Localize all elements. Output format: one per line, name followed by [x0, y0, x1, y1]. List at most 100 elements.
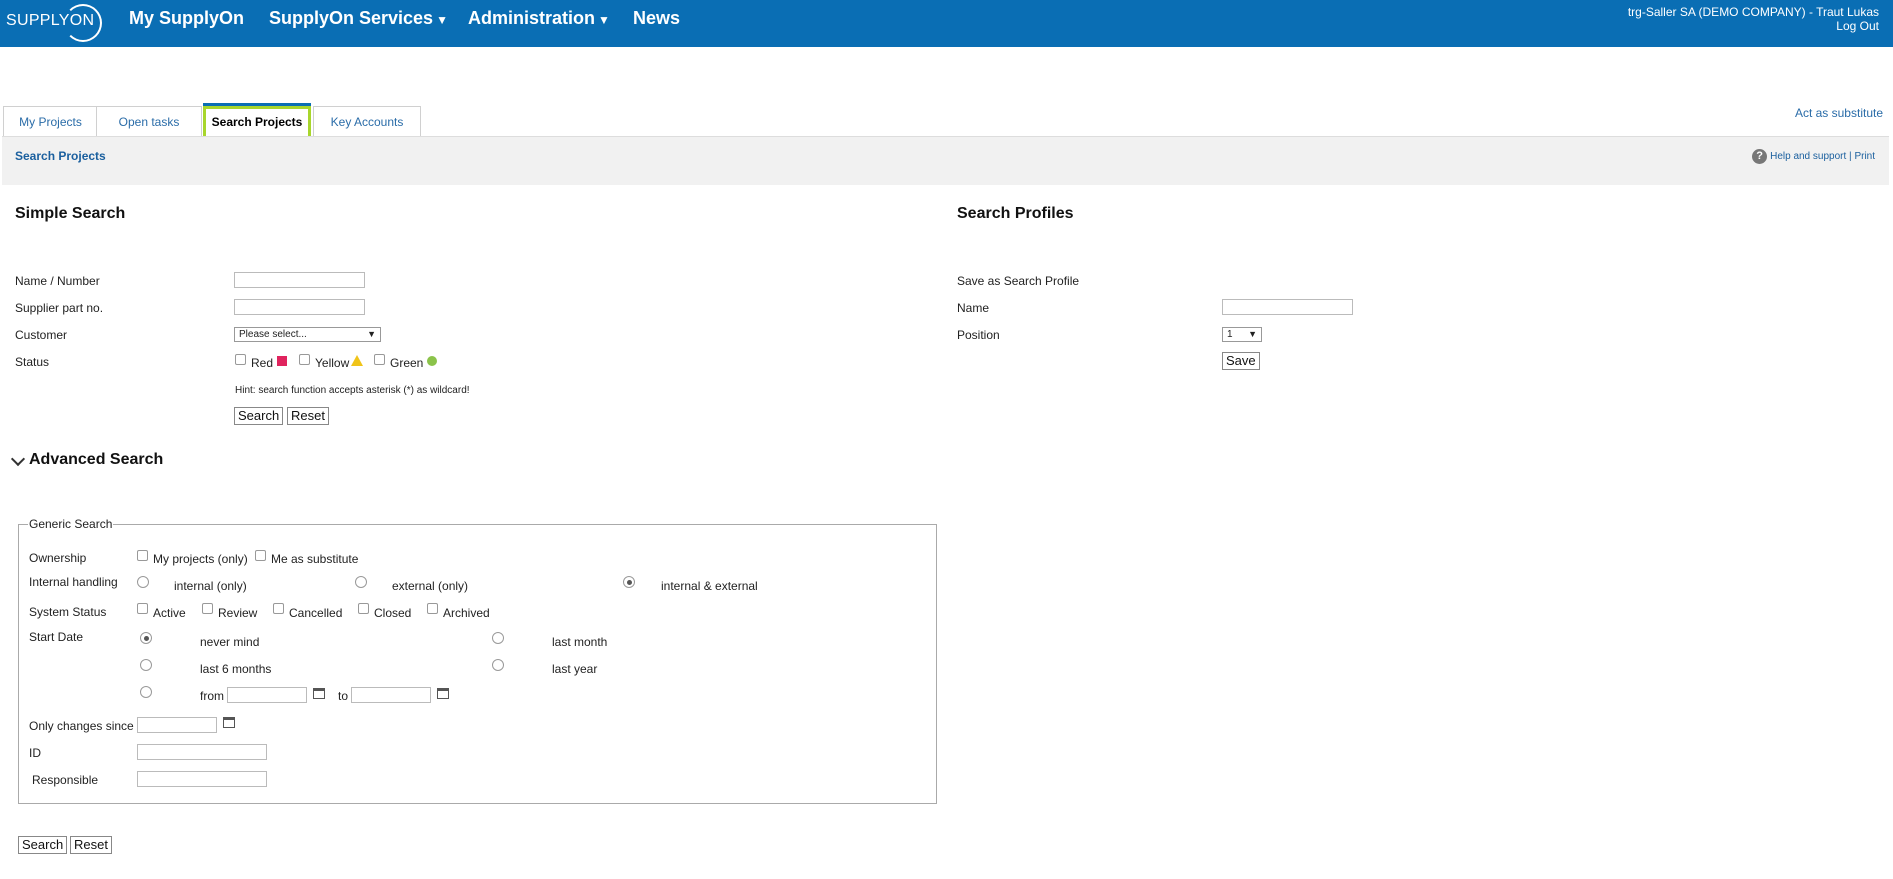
internal-only-radio[interactable]: [137, 576, 149, 588]
help-icon[interactable]: ?: [1752, 149, 1768, 164]
last-year-radio[interactable]: [492, 659, 504, 671]
customer-select[interactable]: Please select... ▼: [234, 327, 381, 342]
advanced-search-heading[interactable]: Advanced Search: [29, 451, 163, 469]
profile-position-label: Position: [957, 328, 1000, 342]
tab-key-accounts[interactable]: Key Accounts: [313, 106, 421, 137]
dropdown-arrow-icon: ▼: [367, 329, 376, 339]
last-month-radio[interactable]: [492, 632, 504, 644]
generic-search-legend: Generic Search: [28, 517, 114, 531]
cancelled-checkbox[interactable]: [273, 603, 284, 614]
tab-open-tasks[interactable]: Open tasks: [96, 106, 202, 137]
id-input[interactable]: [137, 744, 267, 760]
save-profile-button[interactable]: Save: [1222, 352, 1260, 370]
calendar-icon[interactable]: [437, 688, 449, 699]
to-label: to: [338, 689, 349, 703]
never-mind-label: never mind: [200, 635, 260, 649]
external-only-radio[interactable]: [355, 576, 367, 588]
status-yellow-checkbox[interactable]: [299, 354, 310, 365]
last-6-months-radio[interactable]: [140, 659, 152, 671]
simple-reset-button[interactable]: Reset: [287, 407, 329, 425]
search-profiles-heading: Search Profiles: [957, 205, 1074, 222]
green-circle-icon: [427, 356, 437, 366]
review-label: Review: [218, 606, 258, 620]
dropdown-arrow-icon: ▼: [1248, 329, 1257, 339]
ownership-label: Ownership: [29, 551, 87, 565]
internal-only-label: internal (only): [174, 579, 247, 593]
separator: |: [1849, 151, 1852, 163]
advanced-reset-button[interactable]: Reset: [70, 836, 112, 854]
nav-supplyon-services-label: SupplyOn Services: [269, 8, 434, 28]
tab-search-projects[interactable]: Search Projects: [203, 103, 311, 140]
responsible-label: Responsible: [32, 773, 99, 787]
last-month-label: last month: [552, 635, 608, 649]
profile-position-value: 1: [1227, 329, 1233, 340]
customer-select-value: Please select...: [239, 329, 307, 340]
active-checkbox[interactable]: [137, 603, 148, 614]
last-6-months-label: last 6 months: [200, 662, 272, 676]
simple-search-heading: Simple Search: [15, 205, 126, 222]
internal-external-label: internal & external: [661, 579, 758, 593]
my-projects-checkbox[interactable]: [137, 550, 148, 561]
status-green-checkbox[interactable]: [374, 354, 385, 365]
calendar-icon[interactable]: [313, 688, 325, 699]
status-red-label: Red: [251, 356, 274, 370]
only-changes-since-input[interactable]: [137, 717, 217, 733]
name-number-label: Name / Number: [15, 274, 100, 288]
top-navigation-bar: SUPPLYON My SupplyOn SupplyOn Services ▼ …: [0, 0, 1893, 47]
me-as-substitute-checkbox[interactable]: [255, 550, 266, 561]
nav-my-supplyon[interactable]: My SupplyOn: [129, 8, 244, 29]
advanced-search-button[interactable]: Search: [18, 836, 68, 854]
profile-name-input[interactable]: [1222, 299, 1353, 315]
generic-search-fieldset: [18, 524, 937, 804]
supplyon-logo[interactable]: SUPPLYON: [6, 2, 102, 42]
nav-administration[interactable]: Administration ▼: [468, 8, 610, 29]
wildcard-hint: Hint: search function accepts asterisk (…: [235, 385, 470, 396]
tab-my-projects[interactable]: My Projects: [3, 106, 98, 137]
chevron-down-icon[interactable]: [10, 451, 26, 467]
status-green-label: Green: [390, 356, 424, 370]
system-status-label: System Status: [29, 605, 107, 619]
name-number-input[interactable]: [234, 272, 365, 288]
supplier-part-input[interactable]: [234, 299, 365, 315]
cancelled-label: Cancelled: [289, 606, 343, 620]
from-label: from: [200, 689, 224, 703]
start-date-label: Start Date: [29, 630, 84, 644]
nav-administration-label: Administration: [468, 8, 596, 28]
caret-down-icon: ▼: [598, 13, 610, 27]
last-year-label: last year: [552, 662, 598, 676]
closed-checkbox[interactable]: [358, 603, 369, 614]
logo-circle-icon: [64, 4, 102, 42]
page-title: Search Projects: [15, 149, 106, 163]
page-subheader: Search Projects ? Help and support | Prin…: [2, 136, 1889, 185]
logout-link[interactable]: Log Out: [1628, 19, 1879, 33]
review-checkbox[interactable]: [202, 603, 213, 614]
profile-position-select[interactable]: 1 ▼: [1222, 327, 1262, 342]
profile-name-label: Name: [957, 301, 990, 315]
status-red-checkbox[interactable]: [235, 354, 246, 365]
nav-news[interactable]: News: [633, 8, 680, 29]
simple-search-button[interactable]: Search: [234, 407, 284, 425]
user-info: trg-Saller SA (DEMO COMPANY) - Traut Luk…: [1628, 5, 1879, 33]
help-support-link[interactable]: Help and support: [1770, 151, 1846, 162]
act-as-substitute-link[interactable]: Act as substitute: [1795, 106, 1883, 120]
warning-triangle-icon: [351, 355, 363, 366]
id-label: ID: [29, 746, 41, 760]
nav-supplyon-services[interactable]: SupplyOn Services ▼: [269, 8, 448, 29]
responsible-input[interactable]: [137, 771, 267, 787]
internal-external-radio[interactable]: [623, 576, 635, 588]
only-changes-since-label: Only changes since: [29, 719, 134, 733]
user-company: trg-Saller SA (DEMO COMPANY) - Traut Luk…: [1627, 5, 1879, 19]
status-yellow-label: Yellow: [315, 356, 350, 370]
status-label: Status: [15, 355, 50, 369]
print-link[interactable]: Print: [1854, 151, 1875, 162]
archived-label: Archived: [443, 606, 490, 620]
customer-label: Customer: [15, 328, 68, 342]
date-range-radio[interactable]: [140, 686, 152, 698]
archived-checkbox[interactable]: [427, 603, 438, 614]
calendar-icon[interactable]: [223, 717, 235, 728]
supplier-part-label: Supplier part no.: [15, 301, 104, 315]
to-date-input[interactable]: [351, 687, 431, 703]
help-links: ? Help and support | Print: [1752, 149, 1875, 164]
from-date-input[interactable]: [227, 687, 307, 703]
never-mind-radio[interactable]: [140, 632, 152, 644]
